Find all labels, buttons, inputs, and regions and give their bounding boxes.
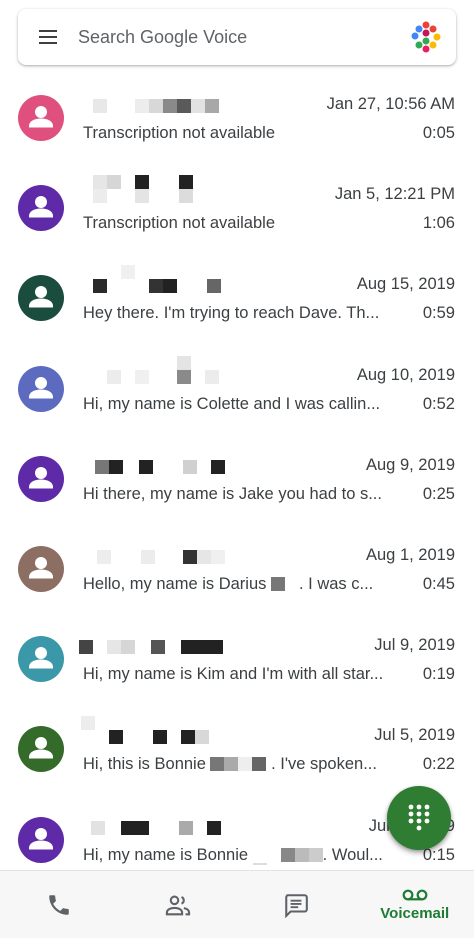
voicemail-duration: 0:19: [422, 665, 455, 684]
transcription-snippet: Transcription not available: [83, 214, 275, 233]
person-icon: [29, 556, 53, 579]
person-icon: [29, 647, 53, 669]
voicemail-row[interactable]: Aug 10, 2019 Hi, my name is Colette and …: [0, 344, 474, 434]
person-icon: [29, 286, 53, 308]
nav-voicemail[interactable]: Voicemail: [356, 871, 474, 938]
person-icon: [29, 376, 53, 399]
transcription-snippet: Hi, my name is Kim and I'm with all star…: [83, 665, 384, 684]
avatar: [18, 726, 64, 773]
nav-contacts[interactable]: [119, 871, 238, 938]
menu-icon[interactable]: [18, 9, 78, 65]
voicemail-duration: 0:25: [422, 484, 455, 503]
redacted-caller-name: [83, 807, 243, 837]
voicemail-date: Aug 15, 2019: [356, 275, 455, 294]
voicemail-row[interactable]: Jan 5, 12:21 PM Transcription not availa…: [0, 163, 474, 253]
bottom-navigation: Voicemail: [0, 870, 474, 938]
voicemail-date: Jan 27, 10:56 AM: [326, 95, 455, 113]
transcription-snippet: Hi, this is Bonnie . I've spoken...: [83, 755, 403, 776]
voicemail-duration: 0:52: [422, 394, 455, 413]
avatar: [18, 275, 64, 322]
redacted-caller-name: [79, 626, 243, 656]
voicemail-date: Aug 10, 2019: [356, 365, 455, 384]
voicemail-duration: 0:59: [422, 304, 455, 323]
transcription-snippet: Hi, my name is Bonnie . Woul...: [83, 846, 403, 867]
voicemail-date: Aug 1, 2019: [366, 545, 455, 564]
redacted-text: [252, 847, 323, 867]
voicemail-date: Aug 9, 2019: [366, 455, 455, 474]
nav-messages[interactable]: [237, 871, 356, 938]
avatar: [18, 816, 64, 863]
voicemail-list: Jan 27, 10:56 AM Transcription not avail…: [0, 73, 474, 885]
nav-voicemail-label: Voicemail: [380, 904, 450, 922]
voicemail-row[interactable]: Aug 1, 2019 Hello, my name is Darius . I…: [0, 524, 474, 614]
voicemail-date: Jul 9, 2019: [374, 636, 455, 655]
person-icon: [29, 827, 53, 849]
transcription-snippet: Transcription not available: [83, 124, 275, 142]
redacted-caller-name: [83, 85, 243, 115]
search-input[interactable]: [78, 9, 404, 65]
voicemail-duration: 0:05: [422, 124, 455, 142]
voicemail-icon: [402, 889, 428, 900]
voicemail-row[interactable]: Aug 15, 2019 Hey there. I'm trying to re…: [0, 253, 474, 343]
redacted-caller-name: [83, 536, 243, 566]
dialpad-button[interactable]: [387, 786, 451, 850]
voicemail-duration: 0:22: [422, 755, 455, 774]
transcription-snippet: Hello, my name is Darius . I was c...: [83, 575, 403, 596]
voicemail-duration: 1:06: [422, 214, 455, 233]
redacted-caller-name: [83, 446, 243, 476]
person-icon: [29, 106, 53, 128]
voicemail-date: Jul 5, 2019: [374, 726, 455, 745]
redacted-caller-name: [83, 265, 243, 295]
search-bar: [18, 9, 456, 65]
nav-calls[interactable]: [0, 871, 119, 938]
avatar: [18, 545, 64, 592]
dialpad-icon: [408, 804, 430, 831]
transcription-snippet: Hey there. I'm trying to reach Dave. Th.…: [83, 304, 380, 323]
person-icon: [29, 466, 53, 489]
redacted-text: [270, 576, 299, 596]
person-icon: [29, 196, 53, 218]
phone-icon: [49, 894, 69, 915]
person-icon: [29, 737, 53, 759]
avatar: [18, 365, 64, 412]
avatar: [18, 455, 64, 502]
voicemail-row[interactable]: Jan 27, 10:56 AM Transcription not avail…: [0, 73, 474, 163]
voicemail-date: Jan 5, 12:21 PM: [334, 185, 455, 204]
google-voice-logo[interactable]: [404, 15, 448, 59]
redacted-text: [210, 757, 267, 776]
voicemail-row[interactable]: Jul 5, 2019 Hi, this is Bonnie . I've sp…: [0, 704, 474, 794]
contacts-icon: [165, 895, 190, 915]
avatar: [18, 95, 64, 141]
message-icon: [285, 893, 309, 918]
avatar: [18, 185, 64, 232]
voicemail-duration: 0:45: [422, 574, 455, 593]
transcription-snippet: Hi, my name is Colette and I was callin.…: [83, 394, 381, 413]
transcription-snippet: Hi there, my name is Jake you had to s..…: [83, 484, 382, 503]
voicemail-row[interactable]: Aug 9, 2019 Hi there, my name is Jake yo…: [0, 434, 474, 524]
redacted-caller-name: [81, 716, 243, 746]
voicemail-row[interactable]: Jul 9, 2019 Hi, my name is Kim and I'm w…: [0, 614, 474, 704]
redacted-caller-name: [83, 355, 243, 386]
avatar: [18, 636, 64, 683]
redacted-caller-name: [83, 175, 243, 205]
